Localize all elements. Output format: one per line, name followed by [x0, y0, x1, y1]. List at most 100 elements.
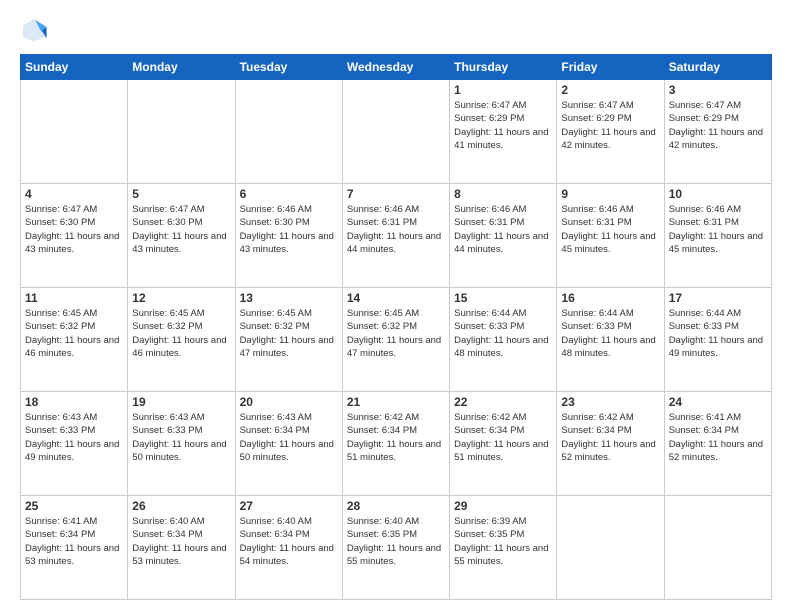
- day-info: Sunrise: 6:45 AMSunset: 6:32 PMDaylight:…: [132, 307, 230, 360]
- calendar-cell: [235, 80, 342, 184]
- calendar-cell: [21, 80, 128, 184]
- calendar-cell: 6 Sunrise: 6:46 AMSunset: 6:30 PMDaylight…: [235, 184, 342, 288]
- day-info: Sunrise: 6:46 AMSunset: 6:31 PMDaylight:…: [347, 203, 445, 256]
- day-info: Sunrise: 6:47 AMSunset: 6:30 PMDaylight:…: [132, 203, 230, 256]
- logo: [20, 16, 52, 44]
- day-number: 10: [669, 187, 767, 201]
- day-number: 14: [347, 291, 445, 305]
- week-row-0: 1 Sunrise: 6:47 AMSunset: 6:29 PMDaylight…: [21, 80, 772, 184]
- calendar-cell: 2Sunrise: 6:47 AMSunset: 6:29 PMDaylight…: [557, 80, 664, 184]
- calendar-cell: 3Sunrise: 6:47 AMSunset: 6:29 PMDaylight…: [664, 80, 771, 184]
- calendar-cell: 17 Sunrise: 6:44 AMSunset: 6:33 PMDayligh…: [664, 288, 771, 392]
- day-info: Sunrise: 6:47 AMSunset: 6:30 PMDaylight:…: [25, 203, 123, 256]
- day-number: 25: [25, 499, 123, 513]
- day-number: 12: [132, 291, 230, 305]
- calendar-cell: 4 Sunrise: 6:47 AMSunset: 6:30 PMDaylight…: [21, 184, 128, 288]
- calendar-cell: 21 Sunrise: 6:42 AMSunset: 6:34 PMDayligh…: [342, 392, 449, 496]
- header: [20, 16, 772, 44]
- calendar-cell: 20 Sunrise: 6:43 AMSunset: 6:34 PMDayligh…: [235, 392, 342, 496]
- day-number: 6: [240, 187, 338, 201]
- day-info: Sunrise: 6:40 AMSunset: 6:34 PMDaylight:…: [132, 515, 230, 568]
- day-info: Sunrise: 6:46 AMSunset: 6:31 PMDaylight:…: [561, 203, 659, 256]
- calendar-cell: 26 Sunrise: 6:40 AMSunset: 6:34 PMDayligh…: [128, 496, 235, 600]
- weekday-thursday: Thursday: [450, 55, 557, 80]
- calendar-cell: 5 Sunrise: 6:47 AMSunset: 6:30 PMDaylight…: [128, 184, 235, 288]
- day-number: 21: [347, 395, 445, 409]
- day-info: Sunrise: 6:47 AMSunset: 6:29 PMDaylight:…: [669, 99, 767, 152]
- day-number: 7: [347, 187, 445, 201]
- day-number: 5: [132, 187, 230, 201]
- day-info: Sunrise: 6:41 AMSunset: 6:34 PMDaylight:…: [25, 515, 123, 568]
- calendar-cell: 7 Sunrise: 6:46 AMSunset: 6:31 PMDaylight…: [342, 184, 449, 288]
- day-number: 23: [561, 395, 659, 409]
- calendar-cell: 18Sunrise: 6:43 AMSunset: 6:33 PMDayligh…: [21, 392, 128, 496]
- week-row-2: 11 Sunrise: 6:45 AMSunset: 6:32 PMDayligh…: [21, 288, 772, 392]
- day-number: 9: [561, 187, 659, 201]
- day-info: Sunrise: 6:45 AMSunset: 6:32 PMDaylight:…: [240, 307, 338, 360]
- calendar-cell: 9 Sunrise: 6:46 AMSunset: 6:31 PMDaylight…: [557, 184, 664, 288]
- calendar-cell: 13 Sunrise: 6:45 AMSunset: 6:32 PMDayligh…: [235, 288, 342, 392]
- day-info: Sunrise: 6:45 AMSunset: 6:32 PMDaylight:…: [25, 307, 123, 360]
- weekday-header-row: SundayMondayTuesdayWednesdayThursdayFrid…: [21, 55, 772, 80]
- calendar-cell: [557, 496, 664, 600]
- day-info: Sunrise: 6:46 AMSunset: 6:31 PMDaylight:…: [454, 203, 552, 256]
- calendar-cell: 22 Sunrise: 6:42 AMSunset: 6:34 PMDayligh…: [450, 392, 557, 496]
- calendar-cell: 29 Sunrise: 6:39 AMSunset: 6:35 PMDayligh…: [450, 496, 557, 600]
- calendar-cell: 11 Sunrise: 6:45 AMSunset: 6:32 PMDayligh…: [21, 288, 128, 392]
- day-number: 19: [132, 395, 230, 409]
- day-info: Sunrise: 6:46 AMSunset: 6:31 PMDaylight:…: [669, 203, 767, 256]
- weekday-wednesday: Wednesday: [342, 55, 449, 80]
- day-info: Sunrise: 6:40 AMSunset: 6:34 PMDaylight:…: [240, 515, 338, 568]
- day-number: 17: [669, 291, 767, 305]
- day-info: Sunrise: 6:41 AMSunset: 6:34 PMDaylight:…: [669, 411, 767, 464]
- day-info: Sunrise: 6:46 AMSunset: 6:30 PMDaylight:…: [240, 203, 338, 256]
- calendar-cell: 15Sunrise: 6:44 AMSunset: 6:33 PMDayligh…: [450, 288, 557, 392]
- calendar-cell: 25 Sunrise: 6:41 AMSunset: 6:34 PMDayligh…: [21, 496, 128, 600]
- weekday-monday: Monday: [128, 55, 235, 80]
- calendar-cell: 23 Sunrise: 6:42 AMSunset: 6:34 PMDayligh…: [557, 392, 664, 496]
- day-number: 22: [454, 395, 552, 409]
- calendar-cell: 24 Sunrise: 6:41 AMSunset: 6:34 PMDayligh…: [664, 392, 771, 496]
- day-info: Sunrise: 6:43 AMSunset: 6:34 PMDaylight:…: [240, 411, 338, 464]
- weekday-sunday: Sunday: [21, 55, 128, 80]
- day-info: Sunrise: 6:39 AMSunset: 6:35 PMDaylight:…: [454, 515, 552, 568]
- calendar-cell: 10 Sunrise: 6:46 AMSunset: 6:31 PMDayligh…: [664, 184, 771, 288]
- day-number: 2: [561, 83, 659, 97]
- calendar-cell: 14 Sunrise: 6:45 AMSunset: 6:32 PMDayligh…: [342, 288, 449, 392]
- day-number: 13: [240, 291, 338, 305]
- day-info: Sunrise: 6:44 AMSunset: 6:33 PMDaylight:…: [669, 307, 767, 360]
- weekday-saturday: Saturday: [664, 55, 771, 80]
- day-number: 15: [454, 291, 552, 305]
- day-info: Sunrise: 6:42 AMSunset: 6:34 PMDaylight:…: [561, 411, 659, 464]
- day-number: 28: [347, 499, 445, 513]
- day-info: Sunrise: 6:43 AMSunset: 6:33 PMDaylight:…: [132, 411, 230, 464]
- day-number: 24: [669, 395, 767, 409]
- calendar-cell: 19 Sunrise: 6:43 AMSunset: 6:33 PMDayligh…: [128, 392, 235, 496]
- week-row-4: 25 Sunrise: 6:41 AMSunset: 6:34 PMDayligh…: [21, 496, 772, 600]
- day-number: 29: [454, 499, 552, 513]
- calendar-cell: 28Sunrise: 6:40 AMSunset: 6:35 PMDayligh…: [342, 496, 449, 600]
- day-number: 26: [132, 499, 230, 513]
- page: SundayMondayTuesdayWednesdayThursdayFrid…: [0, 0, 792, 612]
- calendar-cell: [128, 80, 235, 184]
- weekday-friday: Friday: [557, 55, 664, 80]
- day-info: Sunrise: 6:42 AMSunset: 6:34 PMDaylight:…: [347, 411, 445, 464]
- calendar-cell: [342, 80, 449, 184]
- week-row-1: 4 Sunrise: 6:47 AMSunset: 6:30 PMDaylight…: [21, 184, 772, 288]
- calendar-cell: 27 Sunrise: 6:40 AMSunset: 6:34 PMDayligh…: [235, 496, 342, 600]
- calendar-cell: 1 Sunrise: 6:47 AMSunset: 6:29 PMDaylight…: [450, 80, 557, 184]
- calendar-cell: 16Sunrise: 6:44 AMSunset: 6:33 PMDayligh…: [557, 288, 664, 392]
- day-number: 27: [240, 499, 338, 513]
- calendar-table: SundayMondayTuesdayWednesdayThursdayFrid…: [20, 54, 772, 600]
- day-number: 20: [240, 395, 338, 409]
- day-info: Sunrise: 6:47 AMSunset: 6:29 PMDaylight:…: [454, 99, 552, 152]
- day-number: 1: [454, 83, 552, 97]
- day-number: 11: [25, 291, 123, 305]
- day-info: Sunrise: 6:42 AMSunset: 6:34 PMDaylight:…: [454, 411, 552, 464]
- day-info: Sunrise: 6:45 AMSunset: 6:32 PMDaylight:…: [347, 307, 445, 360]
- logo-icon: [20, 16, 48, 44]
- weekday-tuesday: Tuesday: [235, 55, 342, 80]
- week-row-3: 18Sunrise: 6:43 AMSunset: 6:33 PMDayligh…: [21, 392, 772, 496]
- calendar-cell: 8Sunrise: 6:46 AMSunset: 6:31 PMDaylight…: [450, 184, 557, 288]
- day-number: 4: [25, 187, 123, 201]
